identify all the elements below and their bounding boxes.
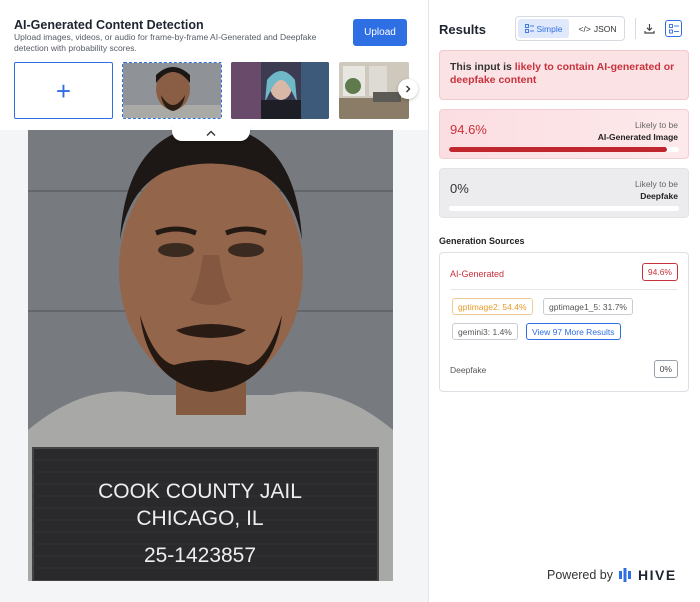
- details-list-icon: [668, 23, 679, 33]
- thumbnail-strip: +: [14, 62, 414, 122]
- results-title: Results: [439, 22, 486, 37]
- deepfake-score-bar-track: [449, 206, 679, 211]
- deepfake-score: 0%: [450, 181, 469, 196]
- view-toggle: Simple </> JSON: [515, 16, 625, 41]
- sign-line-1: COOK COUNTY JAIL: [98, 480, 302, 503]
- ai-score-bar-track: [449, 147, 679, 152]
- ai-score-label-line2: AI-Generated Image: [597, 132, 678, 142]
- hive-logo-icon: [619, 568, 632, 582]
- chevron-up-icon: [206, 130, 216, 136]
- source-tag: gptimage2: 54.4%: [452, 298, 533, 315]
- generation-sources-divider: [450, 289, 678, 290]
- add-media-button[interactable]: +: [14, 62, 113, 119]
- deepfake-score-label-line2: Deepfake: [640, 191, 678, 201]
- code-icon: </>: [578, 23, 591, 34]
- deepfake-score-label: Likely to be Deepfake: [635, 178, 678, 202]
- chevron-right-icon: [406, 85, 411, 93]
- deepfake-score-card: 0% Likely to be Deepfake: [439, 168, 689, 218]
- generation-sources-title: Generation Sources: [439, 236, 525, 246]
- source-tag: gemini3: 1.4%: [452, 323, 518, 340]
- view-simple-label: Simple: [536, 23, 563, 34]
- thumbnails-next-button[interactable]: [398, 79, 418, 99]
- view-more-results-button[interactable]: View 97 More Results: [526, 323, 621, 340]
- ai-score-bar-fill: [449, 147, 667, 152]
- powered-by-text: Powered by: [547, 568, 614, 582]
- ai-generated-percent-badge: 94.6%: [641, 263, 678, 281]
- toolbar-separator: [635, 18, 636, 39]
- sign-line-2: CHICAGO, IL: [136, 507, 263, 530]
- thumbnail-portrait-image: [123, 63, 221, 118]
- ai-score-label-line1: Likely to be: [635, 120, 678, 130]
- left-panel: AI-Generated Content Detection Upload im…: [0, 0, 428, 602]
- powered-by-footer: Powered by HIVE: [547, 567, 677, 583]
- verdict-prefix: This input is: [450, 61, 515, 73]
- ai-generated-label: AI-Generated: [450, 269, 505, 279]
- page-title: AI-Generated Content Detection: [14, 18, 204, 32]
- view-json-tab[interactable]: </> JSON: [572, 19, 623, 38]
- list-icon: [524, 24, 534, 33]
- preview-image: COOK COUNTY JAIL CHICAGO, IL 25-1423857: [28, 130, 393, 581]
- hive-logo: HIVE: [619, 567, 677, 583]
- upload-header: AI-Generated Content Detection Upload im…: [0, 0, 428, 130]
- source-tag: gptimage1_5: 31.7%: [543, 298, 633, 315]
- deepfake-score-label-line1: Likely to be: [635, 179, 678, 189]
- generation-sources-box: AI-Generated 94.6% gptimage2: 54.4% gpti…: [439, 252, 689, 392]
- ai-generated-score-label: Likely to be AI-Generated Image: [598, 119, 678, 143]
- thumbnail-cyber-image: [231, 62, 329, 119]
- sign-line-3: 25-1423857: [144, 544, 256, 567]
- view-json-label: JSON: [593, 23, 617, 34]
- ai-generated-score: 94.6%: [450, 122, 487, 137]
- view-simple-tab[interactable]: Simple: [518, 19, 569, 38]
- thumbnail-selected[interactable]: [122, 62, 222, 119]
- results-panel: Results Simple </> JSON This input is li…: [429, 0, 700, 602]
- verdict-banner: This input is likely to contain AI-gener…: [439, 50, 689, 100]
- download-button[interactable]: [641, 20, 658, 37]
- hive-brand-text: HIVE: [638, 567, 677, 583]
- deepfake-percent-badge: 0%: [653, 360, 678, 378]
- page-subtitle: Upload images, videos, or audio for fram…: [14, 32, 317, 53]
- upload-button[interactable]: Upload: [353, 19, 407, 46]
- deepfake-source-label: Deepfake: [450, 365, 487, 375]
- details-view-button[interactable]: [665, 20, 682, 37]
- thumbnail-item[interactable]: [231, 62, 329, 119]
- ai-generated-score-card: 94.6% Likely to be AI-Generated Image: [439, 109, 689, 159]
- plus-icon: +: [55, 75, 72, 106]
- collapse-thumbnails-button[interactable]: [172, 125, 250, 141]
- mugshot-image: COOK COUNTY JAIL CHICAGO, IL 25-1423857: [28, 130, 393, 581]
- download-icon: [644, 24, 655, 34]
